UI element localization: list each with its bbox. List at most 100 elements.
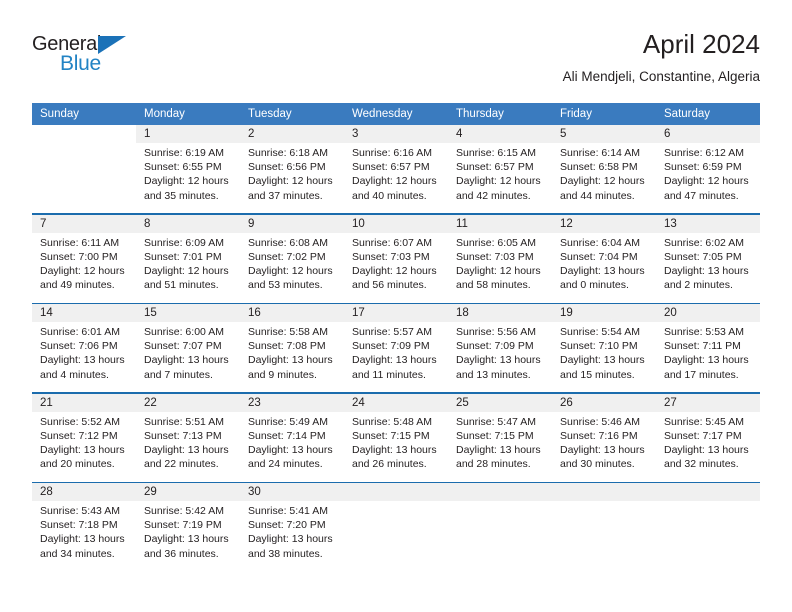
day-number[interactable]: 21	[32, 393, 136, 412]
weekday-header-thursday: Thursday	[448, 103, 552, 125]
daylight-text: Daylight: 12 hours and 37 minutes.	[248, 175, 333, 202]
page-title: April 2024	[642, 29, 760, 59]
sunrise-text: Sunrise: 5:54 AM	[560, 326, 640, 338]
sunset-text: Sunset: 7:01 PM	[144, 250, 222, 263]
sunrise-text: Sunrise: 6:00 AM	[144, 326, 224, 338]
sunset-text: Sunset: 6:58 PM	[560, 161, 638, 174]
sunrise-text: Sunrise: 6:16 AM	[352, 147, 432, 159]
sunset-text: Sunset: 7:16 PM	[560, 429, 638, 442]
day-details: Sunrise: 6:01 AM Sunset: 7:06 PM Daylight:…	[32, 322, 136, 392]
day-number[interactable]: 11	[448, 214, 552, 233]
sunrise-text: Sunrise: 6:09 AM	[144, 236, 224, 249]
day-number[interactable]: 7	[32, 214, 136, 233]
day-number-row: 21 22 23 24 25 26 27	[32, 393, 760, 412]
daylight-text: Daylight: 12 hours and 47 minutes.	[664, 175, 749, 202]
day-details: Sunrise: 5:58 AM Sunset: 7:08 PM Daylight:…	[240, 322, 344, 392]
day-details: Sunrise: 6:12 AM Sunset: 6:59 PM Daylight:…	[656, 143, 760, 213]
triangle-icon	[98, 36, 126, 54]
daylight-text: Daylight: 12 hours and 53 minutes.	[248, 264, 333, 292]
sunrise-text: Sunrise: 5:51 AM	[144, 415, 224, 428]
sunset-text: Sunset: 7:03 PM	[456, 250, 534, 263]
daylight-text: Daylight: 13 hours and 28 minutes.	[456, 443, 541, 471]
title-block: April 2024 Ali Mendjeli, Constantine, Al…	[563, 28, 760, 85]
day-number[interactable]: 12	[552, 214, 656, 233]
sunset-text: Sunset: 7:03 PM	[352, 250, 430, 263]
daylight-text: Daylight: 13 hours and 2 minutes.	[664, 264, 749, 292]
day-number[interactable]: 23	[240, 393, 344, 412]
day-number[interactable]: 16	[240, 304, 344, 322]
day-number[interactable]: 28	[32, 483, 136, 501]
day-number[interactable]: 8	[136, 214, 240, 233]
sunrise-text: Sunrise: 6:01 AM	[40, 326, 120, 338]
day-details: Sunrise: 6:04 AM Sunset: 7:04 PM Daylight:…	[552, 232, 656, 303]
sunset-text: Sunset: 7:05 PM	[664, 250, 742, 263]
day-number[interactable]: 19	[552, 304, 656, 322]
day-number-row: 14 15 16 17 18 19 20	[32, 304, 760, 322]
day-details: Sunrise: 5:53 AM Sunset: 7:11 PM Daylight:…	[656, 322, 760, 392]
day-number[interactable]: 26	[552, 393, 656, 412]
day-number[interactable]: 18	[448, 304, 552, 322]
day-details-empty	[552, 501, 656, 571]
day-number[interactable]: 10	[344, 214, 448, 233]
day-number[interactable]: 2	[240, 125, 344, 143]
sunset-text: Sunset: 7:15 PM	[456, 429, 534, 442]
daylight-text: Daylight: 12 hours and 58 minutes.	[456, 264, 541, 292]
day-details-empty	[656, 501, 760, 571]
daylight-text: Daylight: 12 hours and 42 minutes.	[456, 175, 541, 202]
day-number[interactable]: 20	[656, 304, 760, 322]
day-number[interactable]: 30	[240, 483, 344, 501]
weekday-header-sunday: Sunday	[32, 103, 136, 125]
day-number[interactable]: 24	[344, 393, 448, 412]
day-details-empty	[448, 501, 552, 571]
day-cell-empty	[656, 483, 760, 501]
sunset-text: Sunset: 7:10 PM	[560, 340, 638, 353]
sunset-text: Sunset: 7:17 PM	[664, 429, 742, 442]
day-cell-empty	[552, 483, 656, 501]
weekday-header-saturday: Saturday	[656, 103, 760, 125]
daylight-text: Daylight: 13 hours and 20 minutes.	[40, 443, 125, 471]
daylight-text: Daylight: 13 hours and 7 minutes.	[144, 354, 229, 381]
day-number[interactable]: 17	[344, 304, 448, 322]
calendar-page: General Blue April 2024 Ali Mendjeli, Co…	[0, 0, 792, 612]
sunset-text: Sunset: 7:12 PM	[40, 429, 118, 442]
day-number[interactable]: 29	[136, 483, 240, 501]
sunset-text: Sunset: 7:11 PM	[664, 340, 741, 353]
page-header: General Blue April 2024 Ali Mendjeli, Co…	[0, 0, 792, 98]
day-details: Sunrise: 5:42 AM Sunset: 7:19 PM Daylight:…	[136, 501, 240, 571]
day-number[interactable]: 15	[136, 304, 240, 322]
sunset-text: Sunset: 7:09 PM	[456, 340, 534, 353]
day-number[interactable]: 3	[344, 125, 448, 143]
sunset-text: Sunset: 7:00 PM	[40, 250, 118, 263]
sunset-text: Sunset: 7:06 PM	[40, 340, 118, 353]
day-number-row: 7 8 9 10 11 12 13	[32, 214, 760, 233]
day-number[interactable]: 27	[656, 393, 760, 412]
day-number[interactable]: 9	[240, 214, 344, 233]
day-number[interactable]: 5	[552, 125, 656, 143]
day-details-empty	[32, 143, 136, 213]
sunrise-text: Sunrise: 5:58 AM	[248, 326, 328, 338]
day-number[interactable]: 22	[136, 393, 240, 412]
day-details: Sunrise: 5:48 AM Sunset: 7:15 PM Daylight:…	[344, 411, 448, 482]
day-number[interactable]: 25	[448, 393, 552, 412]
day-cell-empty	[344, 483, 448, 501]
sunrise-text: Sunrise: 6:18 AM	[248, 147, 328, 159]
sunrise-text: Sunrise: 6:19 AM	[144, 147, 224, 159]
day-details: Sunrise: 5:45 AM Sunset: 7:17 PM Daylight:…	[656, 411, 760, 482]
sunset-text: Sunset: 6:57 PM	[352, 161, 430, 174]
day-number[interactable]: 14	[32, 304, 136, 322]
sunset-text: Sunset: 7:04 PM	[560, 250, 638, 263]
calendar-header-row: Sunday Monday Tuesday Wednesday Thursday…	[32, 103, 760, 125]
day-number[interactable]: 1	[136, 125, 240, 143]
day-details: Sunrise: 6:08 AM Sunset: 7:02 PM Daylight:…	[240, 232, 344, 303]
day-number[interactable]: 4	[448, 125, 552, 143]
daylight-text: Daylight: 13 hours and 17 minutes.	[664, 354, 749, 381]
day-number[interactable]: 6	[656, 125, 760, 143]
day-details: Sunrise: 6:19 AM Sunset: 6:55 PM Daylight:…	[136, 143, 240, 213]
sunrise-text: Sunrise: 6:07 AM	[352, 236, 432, 249]
day-details: Sunrise: 5:46 AM Sunset: 7:16 PM Daylight:…	[552, 411, 656, 482]
day-details: Sunrise: 6:09 AM Sunset: 7:01 PM Daylight:…	[136, 232, 240, 303]
daylight-text: Daylight: 13 hours and 11 minutes.	[352, 354, 437, 381]
day-details: Sunrise: 6:16 AM Sunset: 6:57 PM Daylight:…	[344, 143, 448, 213]
day-number[interactable]: 13	[656, 214, 760, 233]
day-detail-row: Sunrise: 5:52 AM Sunset: 7:12 PM Daylight:…	[32, 411, 760, 482]
